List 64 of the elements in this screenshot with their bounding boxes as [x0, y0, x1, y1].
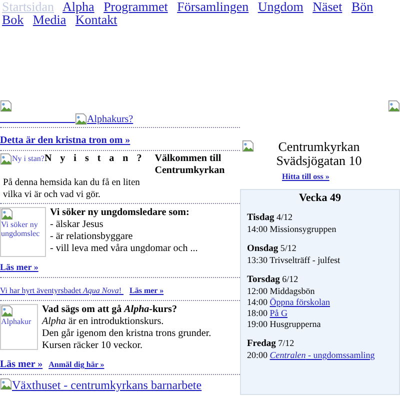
body-text: vilka vi är och vad vi gör.: [3, 189, 102, 201]
welcome-heading: Välkommen till Centrumkyrkan: [154, 153, 226, 177]
image-alt-text: Vi söker ny ungdomslec: [1, 220, 41, 238]
broken-image-icon: [0, 153, 12, 165]
day-name: Torsdag: [247, 275, 280, 285]
nav-link[interactable]: Näset: [312, 0, 342, 14]
broken-image-icon: [388, 100, 400, 112]
day-name: Fredag: [247, 339, 276, 349]
news-link[interactable]: Vi har hyrt äventyrsbadet Aqua Nova! Läs mer »: [0, 286, 164, 295]
broken-image-icon: [0, 378, 12, 390]
body-text: - älskar Jesus: [50, 219, 104, 231]
event-time: 20:00: [247, 350, 268, 360]
event-title: Middagsbön: [270, 286, 315, 296]
nav-link[interactable]: Bön: [351, 0, 374, 14]
day-date: 6/12: [282, 274, 298, 284]
event-time: 14:00: [247, 297, 268, 307]
event-time: 12:00: [247, 286, 268, 296]
signup-link[interactable]: Anmäl dig här »: [48, 360, 104, 369]
block-heading: Vad sägs om att gå Alpha-kurs?: [42, 304, 178, 316]
nav-link[interactable]: Bok: [2, 12, 24, 27]
directions-link[interactable]: Hitta till oss »: [282, 172, 400, 181]
body-text: Den går igenom den kristna trons grunder.: [42, 328, 212, 340]
alpha-link[interactable]: Alphakurs?: [87, 114, 134, 125]
event-link[interactable]: Centralen - ungdomssamling: [270, 350, 375, 360]
nav-link[interactable]: Församlingen: [177, 0, 249, 14]
nav-link[interactable]: Media: [32, 12, 66, 27]
event-title: Husgrupperna: [270, 319, 321, 329]
church-name: Centrumkyrkan: [277, 140, 361, 154]
section-link[interactable]: Växthuset - centrumkyrkans barnarbete: [12, 378, 202, 393]
day-date: 4/12: [276, 212, 293, 222]
body-text: - vill leva med våra ungdomar och ...: [50, 243, 198, 255]
block-heading: Vi söker ny ungdomsledare som:: [50, 207, 190, 219]
section-title: N y i s t a n ?: [44, 153, 145, 165]
body-text: - är relationsbyggare: [50, 231, 134, 243]
image-alt-text: Alphakur: [1, 317, 32, 326]
day-name: Onsdag: [247, 244, 278, 254]
day-date: 5/12: [280, 243, 296, 253]
event-link[interactable]: På G: [270, 308, 288, 318]
nav-link[interactable]: Programmet: [104, 0, 168, 14]
day-name: Tisdag: [247, 213, 274, 223]
body-text: Kursen räcker 10 veckor.: [42, 340, 144, 352]
broken-image-icon: [75, 113, 87, 125]
calendar-title: Vecka 49: [298, 193, 342, 204]
day-date: 7/12: [278, 338, 294, 348]
broken-image-icon: [0, 100, 12, 112]
nav-link[interactable]: Alpha: [62, 0, 94, 14]
church-address: Svädsjögatan 10: [275, 154, 363, 168]
body-text: På denna hemsida kan du få en liten: [3, 177, 141, 189]
body-text: Alpha är en introduktionskurs.: [42, 316, 165, 328]
nav-link[interactable]: Ungdom: [258, 0, 304, 14]
event-time: 19:00: [247, 319, 268, 329]
event-title: Missionsygruppen: [270, 224, 336, 234]
image-alt-text: Ny i stan?: [12, 153, 44, 165]
broken-image-icon: [1, 305, 13, 317]
read-more-link[interactable]: Läs mer »: [0, 262, 38, 272]
broken-image-icon: [242, 140, 254, 152]
event-time: 18:00: [247, 308, 268, 318]
event-link[interactable]: Öppna förskolan: [270, 297, 330, 307]
faith-link[interactable]: Detta är den kristna tron om »: [0, 135, 130, 146]
read-more-link[interactable]: Läs mer »: [0, 359, 43, 370]
event-time: 14:00: [247, 224, 268, 234]
event-title: Trivselträff - julfest: [270, 255, 340, 265]
event-time: 13:30: [247, 255, 268, 265]
broken-image-icon: [1, 208, 13, 220]
